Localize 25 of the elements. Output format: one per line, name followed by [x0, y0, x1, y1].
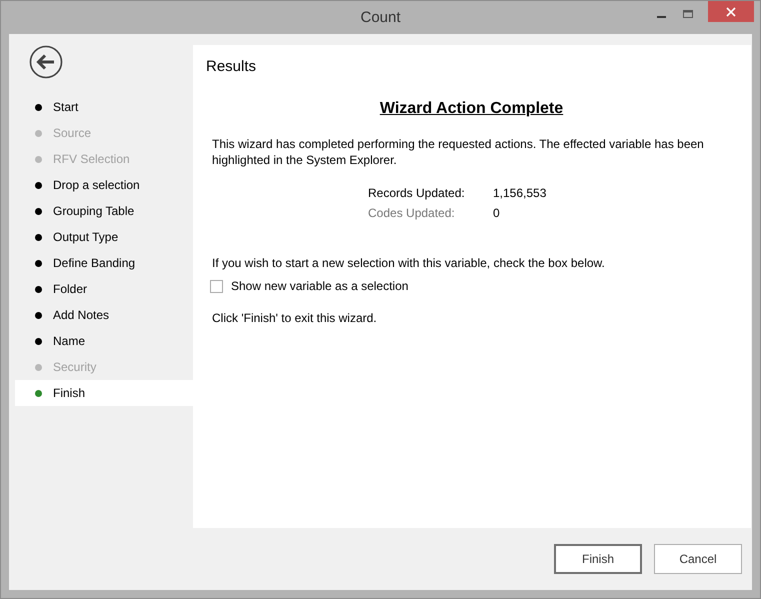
wizard-step[interactable]: Folder [15, 276, 193, 302]
wizard-step[interactable]: Name [15, 328, 193, 354]
close-button[interactable] [708, 1, 754, 22]
wizard-step[interactable]: Finish [15, 380, 193, 406]
stat-label: Records Updated: [368, 186, 466, 200]
stat-value: 0 [493, 206, 501, 220]
window-title: Count [360, 9, 401, 26]
wizard-step[interactable]: Start [15, 94, 193, 120]
stat-value: 1,156,553 [493, 186, 548, 200]
maximize-icon[interactable] [682, 9, 694, 19]
wizard-step[interactable]: Drop a selection [15, 172, 193, 198]
show-selection-checkbox[interactable]: Show new variable as a selection [210, 279, 737, 293]
finish-button[interactable]: Finish [554, 544, 642, 574]
instruction-text: Click 'Finish' to exit this wizard. [212, 311, 378, 325]
page-title: Results [206, 58, 258, 75]
message-text: This wizard has completed performing the requested actions. The effected variable has been highlighted in the System Explorer. [212, 136, 705, 168]
stat-label: Codes Updated: [368, 206, 456, 220]
wizard-step[interactable]: Add Notes [15, 302, 193, 328]
wizard-step[interactable]: Grouping Table [15, 198, 193, 224]
wizard-step[interactable]: Define Banding [15, 250, 193, 276]
heading: Wizard Action Complete [378, 100, 564, 118]
close-icon [726, 6, 736, 16]
hint-text: If you wish to start a new selection with this variable, check the box below. [212, 256, 606, 270]
wizard-step[interactable]: Output Type [15, 224, 193, 250]
cancel-button[interactable]: Cancel [654, 544, 742, 574]
